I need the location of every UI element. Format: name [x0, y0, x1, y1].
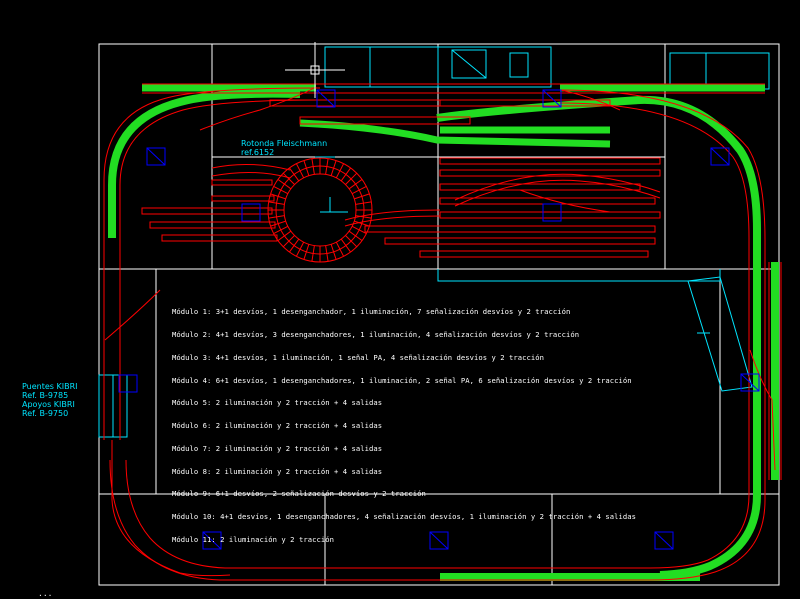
- puentes-title: Puentes KIBRI: [22, 382, 78, 391]
- puentes-apoyos: Apoyos KIBRI: [22, 400, 75, 409]
- module-note: Módulo 5: 2 iluminación y 2 tracción + 4…: [172, 398, 383, 408]
- module-note: Módulo 9: 6+1 desvíos, 2 señalización de…: [172, 489, 426, 499]
- module-note: Módulo 3: 4+1 desvíos, 1 iluminación, 1 …: [172, 352, 545, 362]
- puentes-ref1: Ref. B-9785: [22, 391, 69, 400]
- rotonda-label: Rotonda Fleischmann ref.6152: [241, 139, 327, 157]
- module-note: Módulo 11: 2 iluminación y 2 tracción: [172, 535, 334, 544]
- rotonda-title: Rotonda Fleischmann: [241, 139, 328, 148]
- module-note: Módulo 10: 4+1 desvíos, 1 desenganchador…: [172, 512, 636, 522]
- puentes-label: Puentes KIBRI Ref. B-9785 Apoyos KIBRI R…: [22, 382, 78, 418]
- module-note: Módulo 6: 2 iluminación y 2 tracción + 4…: [172, 421, 383, 431]
- module-note: Módulo 1: 3+1 desvíos, 1 desenganchador,…: [172, 307, 571, 317]
- module-note: Módulo 7: 2 iluminación y 2 tracción + 4…: [172, 443, 383, 453]
- module-notes: Módulo 1: 3+1 desvíos, 1 desenganchador,…: [172, 293, 636, 551]
- puentes-ref2: Ref. B-9750: [22, 409, 69, 418]
- module-note: Módulo 2: 4+1 desvíos, 3 desenganchadore…: [172, 329, 580, 339]
- command-line-status: ...: [38, 589, 53, 598]
- rotonda-ref: ref.6152: [241, 148, 275, 157]
- module-note: Módulo 4: 6+1 desvíos, 1 desenganchadore…: [172, 375, 632, 385]
- module-note: Módulo 8: 2 iluminación y 2 tracción + 4…: [172, 466, 383, 476]
